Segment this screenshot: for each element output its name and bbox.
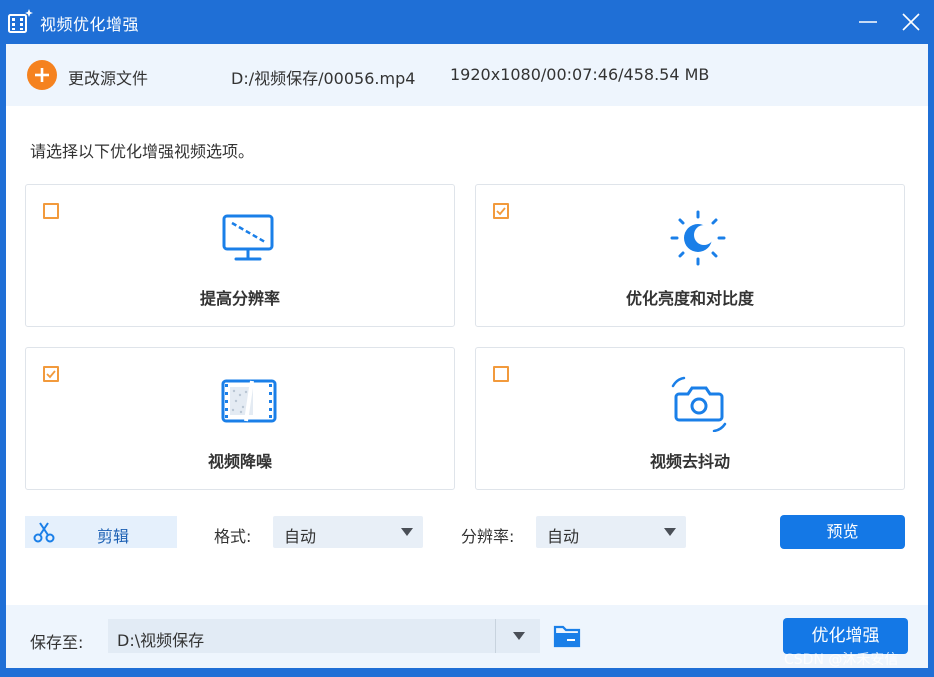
chevron-down-icon <box>664 528 676 536</box>
window-border-right <box>928 44 934 677</box>
save-path-value: D:\视频保存 <box>117 631 205 650</box>
options-prompt: 请选择以下优化增强视频选项。 <box>30 142 255 161</box>
option-card-brightness[interactable]: 优化亮度和对比度 <box>475 184 905 327</box>
source-file-path: D:/视频保存/00056.mp4 <box>231 69 416 88</box>
cut-button[interactable]: 剪辑 <box>25 516 177 548</box>
resolution-label: 分辨率: <box>461 527 515 546</box>
save-to-label: 保存至: <box>30 633 84 652</box>
source-file-info: 1920x1080/00:07:46/458.54 MB <box>450 65 710 84</box>
film-noise-icon <box>221 379 277 423</box>
enhancer-window: 视频优化增强 更改源文件 D:/视频保存/00056.mp4 1920x1080… <box>0 0 934 677</box>
resolution-value: 自动 <box>547 527 580 546</box>
cut-button-label: 剪辑 <box>97 527 130 546</box>
field-divider <box>495 619 496 653</box>
open-folder-icon[interactable] <box>553 623 581 649</box>
format-value: 自动 <box>284 527 317 546</box>
source-file-bar: 更改源文件 D:/视频保存/00056.mp4 1920x1080/00:07:… <box>6 44 928 106</box>
brightness-icon <box>670 210 726 266</box>
format-select[interactable]: 自动 <box>273 516 423 548</box>
close-icon[interactable] <box>899 10 923 34</box>
scissors-icon <box>33 522 55 543</box>
option-card-stabilize[interactable]: 视频去抖动 <box>475 347 905 490</box>
option-label-brightness: 优化亮度和对比度 <box>625 289 754 308</box>
window-title: 视频优化增强 <box>40 15 140 34</box>
monitor-resolution-icon <box>222 214 274 261</box>
window-border-bottom <box>0 668 934 677</box>
window-border-left <box>0 44 6 677</box>
checkbox-denoise[interactable] <box>43 366 59 382</box>
option-label-denoise: 视频降噪 <box>207 452 272 471</box>
checkmark-icon <box>496 207 506 216</box>
option-card-resolution[interactable]: 提高分辨率 <box>25 184 455 327</box>
option-card-denoise[interactable]: 视频降噪 <box>25 347 455 490</box>
chevron-down-icon[interactable] <box>512 631 526 641</box>
change-source-button[interactable]: 更改源文件 <box>68 65 148 89</box>
add-file-icon[interactable] <box>26 59 58 91</box>
minimize-icon[interactable] <box>856 10 880 34</box>
checkmark-icon <box>46 370 56 379</box>
watermark-text: CSDN @沐禾安信 <box>784 652 899 668</box>
save-path-field[interactable]: D:\视频保存 <box>108 619 540 653</box>
checkbox-brightness[interactable] <box>493 203 509 219</box>
title-bar[interactable]: 视频优化增强 <box>0 0 934 44</box>
resolution-select[interactable]: 自动 <box>536 516 686 548</box>
format-label: 格式: <box>214 527 252 546</box>
checkbox-stabilize[interactable] <box>493 366 509 382</box>
option-label-stabilize: 视频去抖动 <box>649 452 730 471</box>
camera-shake-icon <box>671 376 727 432</box>
preview-button[interactable]: 预览 <box>780 515 905 549</box>
app-logo-icon <box>8 9 33 33</box>
chevron-down-icon <box>401 528 413 536</box>
checkbox-resolution[interactable] <box>43 203 59 219</box>
option-label-resolution: 提高分辨率 <box>199 289 280 308</box>
